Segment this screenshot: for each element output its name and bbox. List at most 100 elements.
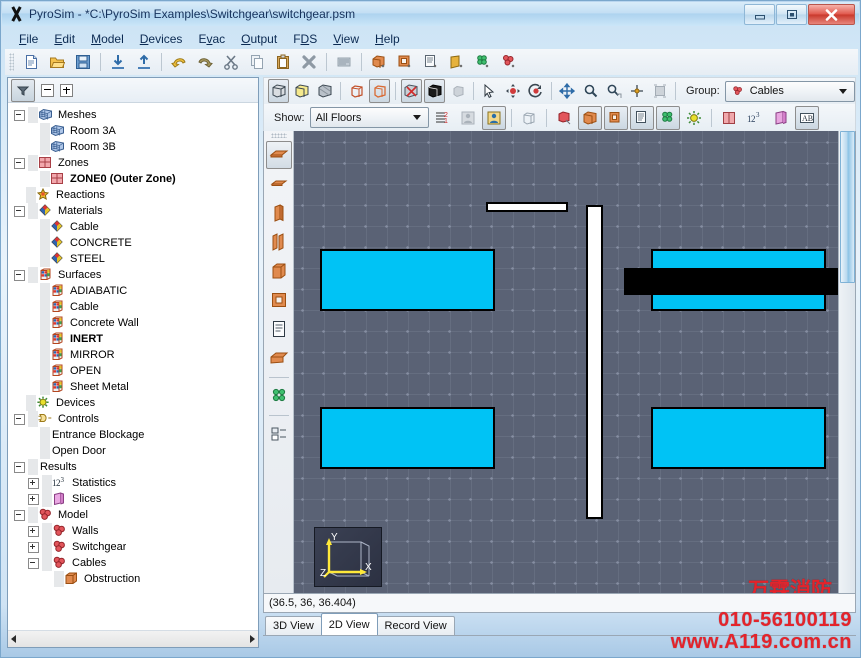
device-edit-icon[interactable] (682, 106, 706, 130)
scrollbar-thumb[interactable] (840, 131, 855, 283)
tree-node-slices[interactable]: Slices (8, 491, 258, 507)
show-outline-icon[interactable] (346, 79, 367, 103)
tree-node-room-3b[interactable]: Room 3B (8, 139, 258, 155)
slice-edit-icon[interactable] (769, 106, 793, 130)
expand-node-icon[interactable] (28, 493, 39, 505)
paste-icon[interactable] (271, 50, 295, 74)
mesh-edit-icon[interactable] (552, 106, 576, 130)
group-combobox[interactable]: Cables (724, 80, 855, 102)
toolbar-grip[interactable] (9, 53, 14, 71)
tree-node-surfaces[interactable]: Surfaces (8, 267, 258, 283)
bounding-box-icon[interactable] (517, 106, 541, 130)
view-solid-icon[interactable] (268, 79, 290, 103)
menu-view[interactable]: View (325, 30, 367, 48)
white-bar-top[interactable] (486, 202, 568, 212)
menu-evac[interactable]: Evac (190, 30, 233, 48)
new-slice-icon[interactable] (445, 50, 469, 74)
expand-node-icon[interactable] (28, 525, 39, 537)
chevron-down-icon[interactable] (412, 115, 421, 120)
draw-thin-slab-icon[interactable] (266, 170, 292, 198)
tree-node-materials[interactable]: Materials (8, 203, 258, 219)
copy-icon[interactable] (245, 50, 269, 74)
draw-slab-icon[interactable] (265, 141, 292, 169)
tree-node-controls[interactable]: Controls (8, 411, 258, 427)
menu-file[interactable]: File (11, 30, 46, 48)
expand-node-icon[interactable] (28, 541, 39, 553)
tree-node-statistics[interactable]: 1 2 3 Statistics (8, 475, 258, 491)
menu-output[interactable]: Output (233, 30, 285, 48)
tree-node-adiabatic[interactable]: ADIABATIC (8, 283, 258, 299)
show-ghost-icon[interactable] (447, 79, 468, 103)
collapse-node-icon[interactable] (14, 509, 25, 521)
person-disabled-icon[interactable] (456, 106, 480, 130)
menu-model[interactable]: Model (83, 30, 132, 48)
rotate-tool-icon[interactable] (502, 79, 523, 103)
delete-icon[interactable] (297, 50, 321, 74)
scroll-left-arrow[interactable] (11, 635, 16, 643)
draw-note-icon[interactable] (266, 315, 292, 343)
tree-node-inert[interactable]: INERT (8, 331, 258, 347)
hide-mesh-icon[interactable] (400, 79, 422, 103)
blue-rect-right-2[interactable] (651, 407, 826, 469)
view-surface-icon[interactable] (291, 79, 312, 103)
show-wireframe-icon[interactable] (369, 79, 391, 103)
collapse-node-icon[interactable] (14, 413, 25, 425)
tree-node-mirror[interactable]: MIRROR (8, 347, 258, 363)
show-obstruction-icon[interactable] (424, 79, 446, 103)
zoom-window-icon[interactable] (603, 79, 624, 103)
hole-edit-icon[interactable] (603, 105, 628, 130)
collapse-node-icon[interactable] (14, 205, 25, 217)
new-particle-icon[interactable] (471, 50, 495, 74)
undo-icon[interactable] (167, 50, 191, 74)
blue-rect-left-2[interactable] (320, 407, 495, 469)
chevron-down-icon[interactable] (838, 88, 847, 94)
canvas-vertical-scrollbar[interactable] (838, 131, 855, 593)
tab-record-view[interactable]: Record View (376, 616, 455, 635)
new-hole-icon[interactable] (393, 50, 417, 74)
zoom-fit-icon[interactable] (626, 79, 647, 103)
model-canvas[interactable]: Y X Z 万霖消防 (294, 131, 838, 593)
annotation-edit-icon[interactable]: AB (794, 105, 819, 130)
tree-node-cables[interactable]: Cables (8, 555, 258, 571)
save-file-icon[interactable] (71, 50, 95, 74)
draw-open-box-icon[interactable] (266, 344, 292, 372)
vent-edit-icon[interactable] (629, 105, 654, 130)
tree-node-model[interactable]: Model (8, 507, 258, 523)
collapse-all-button[interactable] (41, 83, 54, 97)
open-file-icon[interactable] (45, 50, 69, 74)
tree-node-walls[interactable]: Walls (8, 523, 258, 539)
draw-wall-icon[interactable] (266, 199, 292, 227)
export-icon[interactable] (132, 50, 156, 74)
menu-devices[interactable]: Devices (132, 30, 191, 48)
draw-list-icon[interactable] (266, 420, 292, 448)
expand-node-icon[interactable] (28, 477, 39, 489)
tree-filter-icon[interactable] (11, 78, 35, 102)
new-obstruction-icon[interactable] (367, 50, 391, 74)
tree-node-zone0-outer-zone[interactable]: ZONE0 (Outer Zone) (8, 171, 258, 187)
collapse-node-icon[interactable] (28, 557, 39, 569)
collapse-node-icon[interactable] (14, 269, 25, 281)
tree-node-results[interactable]: Results (8, 459, 258, 475)
tree-node-concrete[interactable]: CONCRETE (8, 235, 258, 251)
tab-3d-view[interactable]: 3D View (265, 616, 322, 635)
tree-horizontal-scrollbar[interactable] (8, 630, 258, 647)
new-vent-icon[interactable] (419, 50, 443, 74)
properties-icon[interactable] (332, 50, 356, 74)
tree-node-cable[interactable]: Cable (8, 219, 258, 235)
tree-node-steel[interactable]: STEEL (8, 251, 258, 267)
scroll-right-arrow[interactable] (250, 635, 255, 643)
tree-node-reactions[interactable]: Reactions (8, 187, 258, 203)
particle-edit-icon[interactable] (655, 105, 680, 130)
draw-double-wall-icon[interactable] (266, 228, 292, 256)
tree-node-sheet-metal[interactable]: Sheet Metal (8, 379, 258, 395)
collapse-node-icon[interactable] (14, 461, 25, 473)
zoom-tool-icon[interactable] (580, 79, 601, 103)
draw-particle-icon[interactable] (266, 382, 292, 410)
select-tool-icon[interactable] (479, 79, 500, 103)
new-file-icon[interactable] (19, 50, 43, 74)
reset-view-icon[interactable] (649, 79, 670, 103)
collapse-node-icon[interactable] (14, 157, 25, 169)
tree-node-concrete-wall[interactable]: Concrete Wall (8, 315, 258, 331)
model-tree[interactable]: Meshes Room 3A Room 3B Zones ZONE0 (Outer Zo… (8, 103, 258, 630)
pan-tool-icon[interactable] (557, 79, 578, 103)
